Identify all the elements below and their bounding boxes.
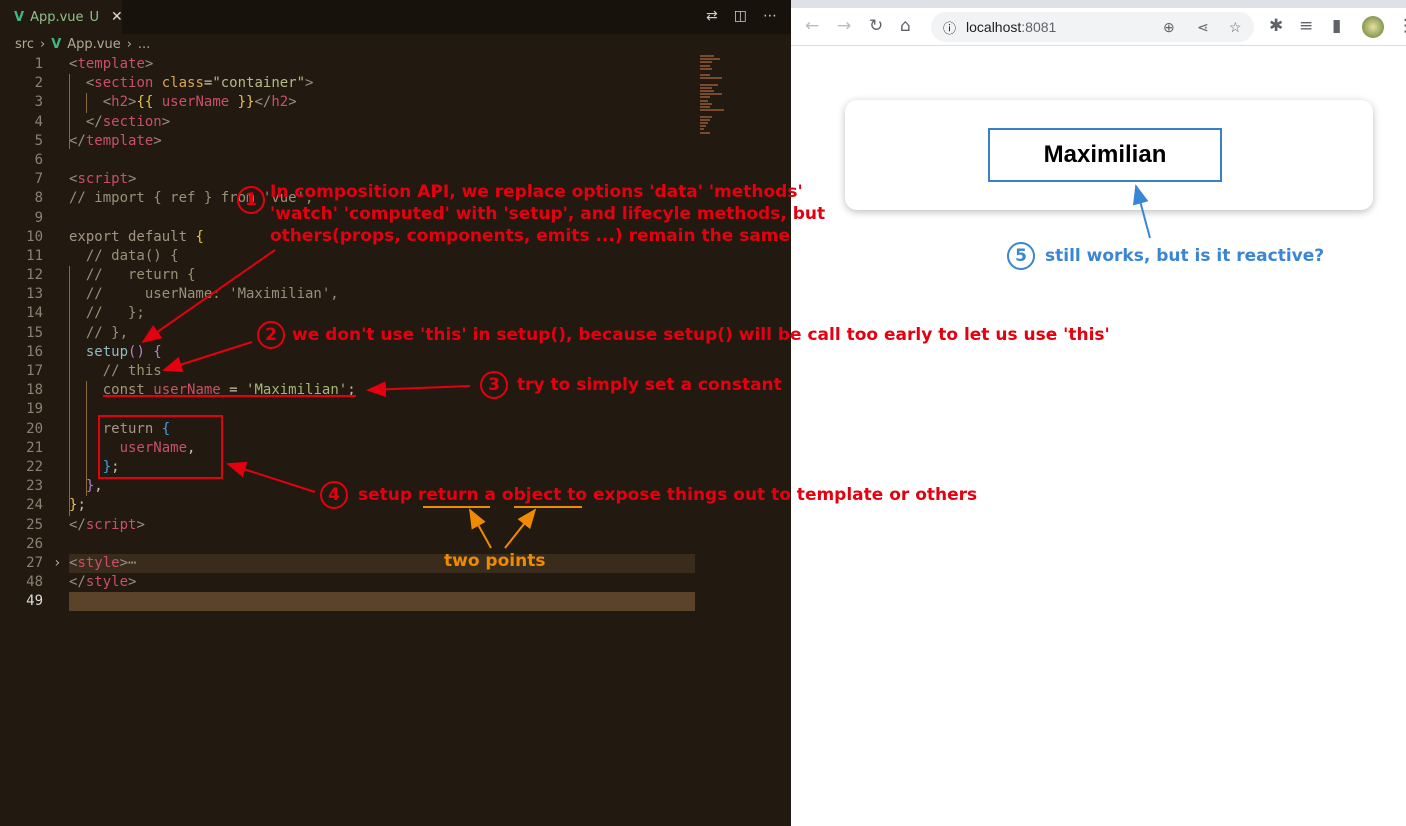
annotation-1: In composition API, we replace options '…	[270, 181, 825, 247]
return-box	[98, 415, 223, 479]
annotation-4: setup return a object to expose things o…	[358, 484, 977, 506]
two-points-label: two points	[444, 551, 546, 571]
annotation-3: try to simply set a constant	[517, 375, 782, 395]
annotation-4-text: setup	[358, 485, 418, 505]
annotation-overlay	[98, 184, 1151, 549]
annotation-2-number: 2	[257, 321, 285, 349]
arrow-two-points-1	[469, 508, 492, 549]
annotation-1-line: others(props, components, emits ...) rem…	[270, 226, 791, 246]
arrow-4	[226, 461, 316, 493]
annotation-1-line: 'watch' 'computed' with 'setup', and lif…	[270, 204, 826, 224]
annotation-5: still works, but is it reactive?	[1045, 246, 1325, 266]
arrow-3	[366, 381, 471, 398]
annotation-4-text: a	[478, 485, 502, 505]
annotation-1-number: 1	[237, 186, 265, 214]
arrow-1	[141, 249, 276, 344]
annotation-4-text: to expose things out to template or othe…	[561, 485, 978, 505]
annotation-4-number: 4	[320, 481, 348, 509]
arrow-5	[1132, 184, 1151, 239]
annotation-2: we don't use 'this' in setup(), because …	[292, 325, 1110, 345]
annotation-3-number: 3	[480, 371, 508, 399]
arrow-two-points-2	[504, 508, 537, 549]
arrow-2	[162, 341, 253, 373]
annotation-1-line: In composition API, we replace options '…	[270, 182, 803, 202]
annotation-5-number: 5	[1007, 242, 1035, 270]
annotation-4-return: return	[417, 485, 479, 505]
annotation-4-object: object	[501, 485, 562, 505]
